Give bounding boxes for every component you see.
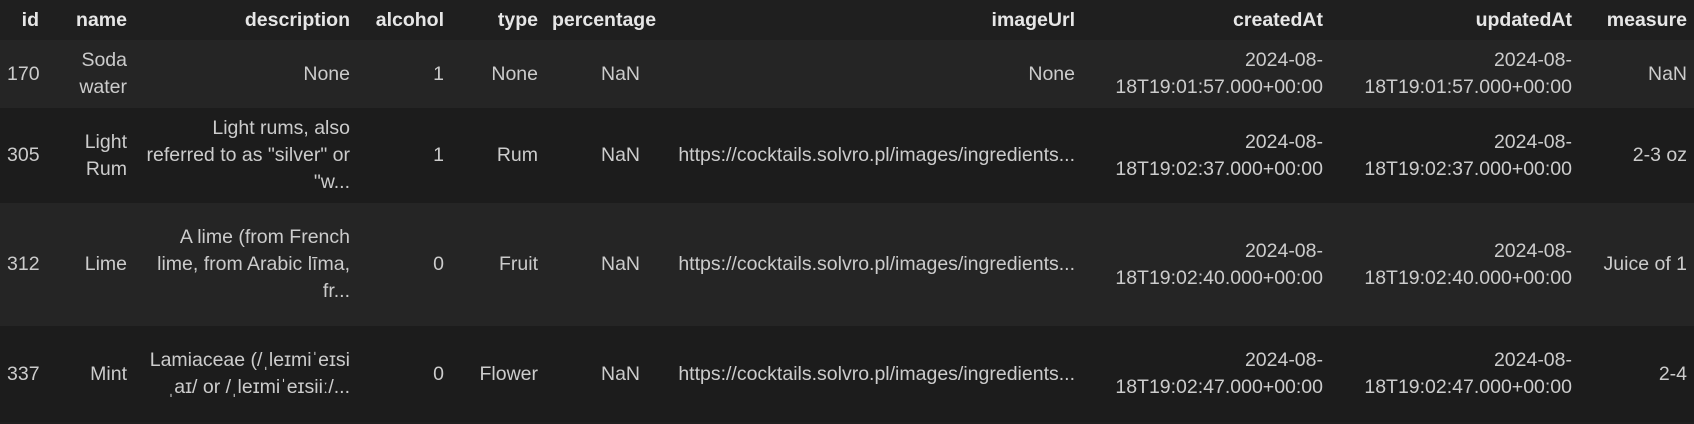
column-header-updatedat: updatedAt — [1330, 0, 1579, 40]
cell-percentage: NaN — [545, 40, 647, 108]
cell-type: None — [451, 40, 545, 108]
column-header-id: id — [0, 0, 46, 40]
cell-name: Soda water — [46, 40, 134, 108]
column-header-description: description — [134, 0, 357, 40]
cell-percentage: NaN — [545, 108, 647, 203]
cell-createdat: 2024-08-18T19:01:57.000+00:00 — [1082, 40, 1330, 108]
table-row: 170 Soda water None 1 None NaN None 2024… — [0, 40, 1694, 108]
cell-description: A lime (from French lime, from Arabic lī… — [134, 203, 357, 326]
cell-description: None — [134, 40, 357, 108]
column-header-name: name — [46, 0, 134, 40]
cell-type: Rum — [451, 108, 545, 203]
cell-percentage: NaN — [545, 326, 647, 422]
table-row: 337 Mint Lamiaceae (/ˌleɪmiˈeɪsiˌaɪ/ or … — [0, 326, 1694, 422]
column-header-type: type — [451, 0, 545, 40]
cell-description: Light rums, also referred to as "silver"… — [134, 108, 357, 203]
table-row: 305 Light Rum Light rums, also referred … — [0, 108, 1694, 203]
cell-updatedat: 2024-08-18T19:02:47.000+00:00 — [1330, 326, 1579, 422]
column-header-createdat: createdAt — [1082, 0, 1330, 40]
cell-percentage: NaN — [545, 203, 647, 326]
cell-alcohol: 0 — [357, 203, 451, 326]
cell-id: 312 — [0, 203, 46, 326]
dataframe-table: id name description alcohol type percent… — [0, 0, 1694, 422]
column-header-measure: measure — [1579, 0, 1694, 40]
cell-createdat: 2024-08-18T19:02:40.000+00:00 — [1082, 203, 1330, 326]
cell-imageurl: https://cocktails.solvro.pl/images/ingre… — [647, 203, 1082, 326]
cell-alcohol: 1 — [357, 40, 451, 108]
header-row: id name description alcohol type percent… — [0, 0, 1694, 40]
cell-createdat: 2024-08-18T19:02:47.000+00:00 — [1082, 326, 1330, 422]
cell-createdat: 2024-08-18T19:02:37.000+00:00 — [1082, 108, 1330, 203]
cell-updatedat: 2024-08-18T19:02:37.000+00:00 — [1330, 108, 1579, 203]
cell-measure: NaN — [1579, 40, 1694, 108]
cell-name: Lime — [46, 203, 134, 326]
cell-id: 337 — [0, 326, 46, 422]
cell-imageurl: https://cocktails.solvro.pl/images/ingre… — [647, 326, 1082, 422]
cell-id: 305 — [0, 108, 46, 203]
cell-name: Mint — [46, 326, 134, 422]
cell-measure: Juice of 1 — [1579, 203, 1694, 326]
cell-description: Lamiaceae (/ˌleɪmiˈeɪsiˌaɪ/ or /ˌleɪmiˈe… — [134, 326, 357, 422]
column-header-percentage: percentage — [545, 0, 656, 40]
cell-type: Flower — [451, 326, 545, 422]
cell-measure: 2-4 — [1579, 326, 1694, 422]
cell-imageurl: https://cocktails.solvro.pl/images/ingre… — [647, 108, 1082, 203]
cell-alcohol: 1 — [357, 108, 451, 203]
cell-measure: 2-3 oz — [1579, 108, 1694, 203]
cell-updatedat: 2024-08-18T19:01:57.000+00:00 — [1330, 40, 1579, 108]
cell-name: Light Rum — [46, 108, 134, 203]
column-header-imageurl: imageUrl — [647, 0, 1082, 40]
cell-id: 170 — [0, 40, 46, 108]
cell-imageurl: None — [647, 40, 1082, 108]
cell-alcohol: 0 — [357, 326, 451, 422]
cell-updatedat: 2024-08-18T19:02:40.000+00:00 — [1330, 203, 1579, 326]
cell-type: Fruit — [451, 203, 545, 326]
column-header-alcohol: alcohol — [357, 0, 451, 40]
table-row: 312 Lime A lime (from French lime, from … — [0, 203, 1694, 326]
